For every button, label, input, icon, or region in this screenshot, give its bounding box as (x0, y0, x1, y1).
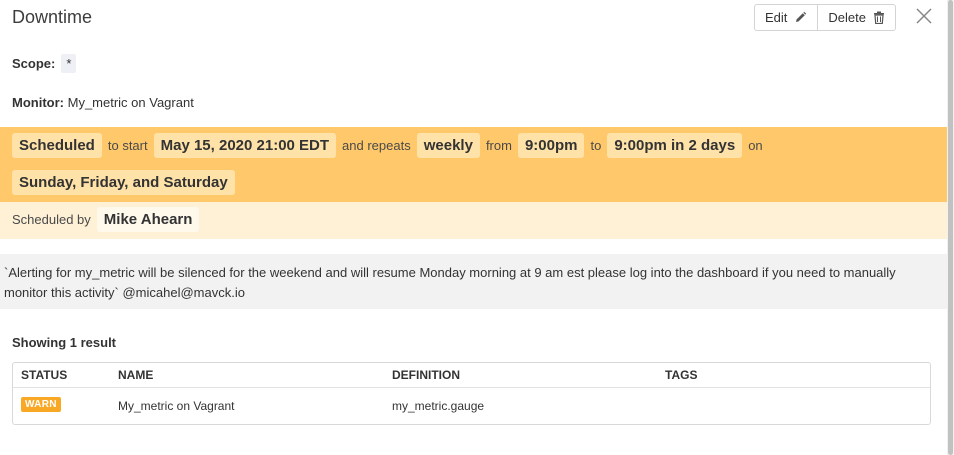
column-header-name[interactable]: NAME (118, 368, 153, 382)
downtime-message: `Alerting for my_metric will be silenced… (4, 265, 896, 300)
column-header-definition[interactable]: DEFINITION (392, 368, 460, 382)
edit-label: Edit (765, 10, 788, 25)
status-badge: WARN (21, 397, 61, 412)
schedule-row: Scheduled to start May 15, 2020 21:00 ED… (12, 133, 769, 158)
downtime-panel: Downtime Edit Delete Scope: * Monitor: M… (0, 0, 947, 455)
close-icon[interactable] (915, 7, 933, 25)
from-time-chip: 9:00pm (517, 133, 585, 158)
column-header-status[interactable]: STATUS (21, 368, 67, 382)
row-definition: my_metric.gauge (392, 399, 485, 413)
scheduled-by-label: Scheduled by (12, 212, 91, 227)
to-text: to (590, 138, 602, 153)
row-name[interactable]: My_metric on Vagrant (118, 399, 235, 413)
scheduled-by-name: Mike Ahearn (96, 207, 200, 232)
column-header-tags[interactable]: TAGS (665, 368, 697, 382)
trash-icon (873, 11, 884, 24)
frequency-chip: weekly (416, 133, 480, 158)
start-date-chip: May 15, 2020 21:00 EDT (153, 133, 337, 158)
monitor-table: STATUS NAME DEFINITION TAGS WARN My_metr… (12, 362, 931, 425)
status-chip: Scheduled (12, 133, 102, 158)
action-button-group: Edit Delete (754, 4, 896, 31)
scope-value: * (61, 54, 77, 73)
to-time-chip: 9:00pm in 2 days (607, 133, 743, 158)
table-header-divider (13, 387, 930, 388)
delete-label: Delete (828, 10, 866, 25)
delete-button[interactable]: Delete (817, 5, 895, 30)
on-text: on (748, 138, 763, 153)
schedule-days-row: Sunday, Friday, and Saturday (12, 170, 235, 195)
to-start-text: to start (107, 138, 148, 153)
from-text: from (485, 138, 512, 153)
scope-label: Scope: (12, 56, 56, 71)
and-repeats-text: and repeats (342, 138, 411, 153)
monitor-value: My_metric on Vagrant (67, 95, 194, 110)
edit-button[interactable]: Edit (755, 5, 817, 30)
days-chip: Sunday, Friday, and Saturday (12, 170, 235, 195)
scrollbar-thumb[interactable] (948, 0, 953, 455)
page-title: Downtime (12, 7, 93, 27)
scheduled-by-row: Scheduled by Mike Ahearn (12, 207, 200, 232)
monitor-line: Monitor: My_metric on Vagrant (12, 95, 194, 110)
monitor-label: Monitor: (12, 95, 64, 110)
pencil-icon (796, 11, 807, 22)
results-count: Showing 1 result (12, 335, 117, 350)
scope-line: Scope: * (12, 54, 77, 73)
